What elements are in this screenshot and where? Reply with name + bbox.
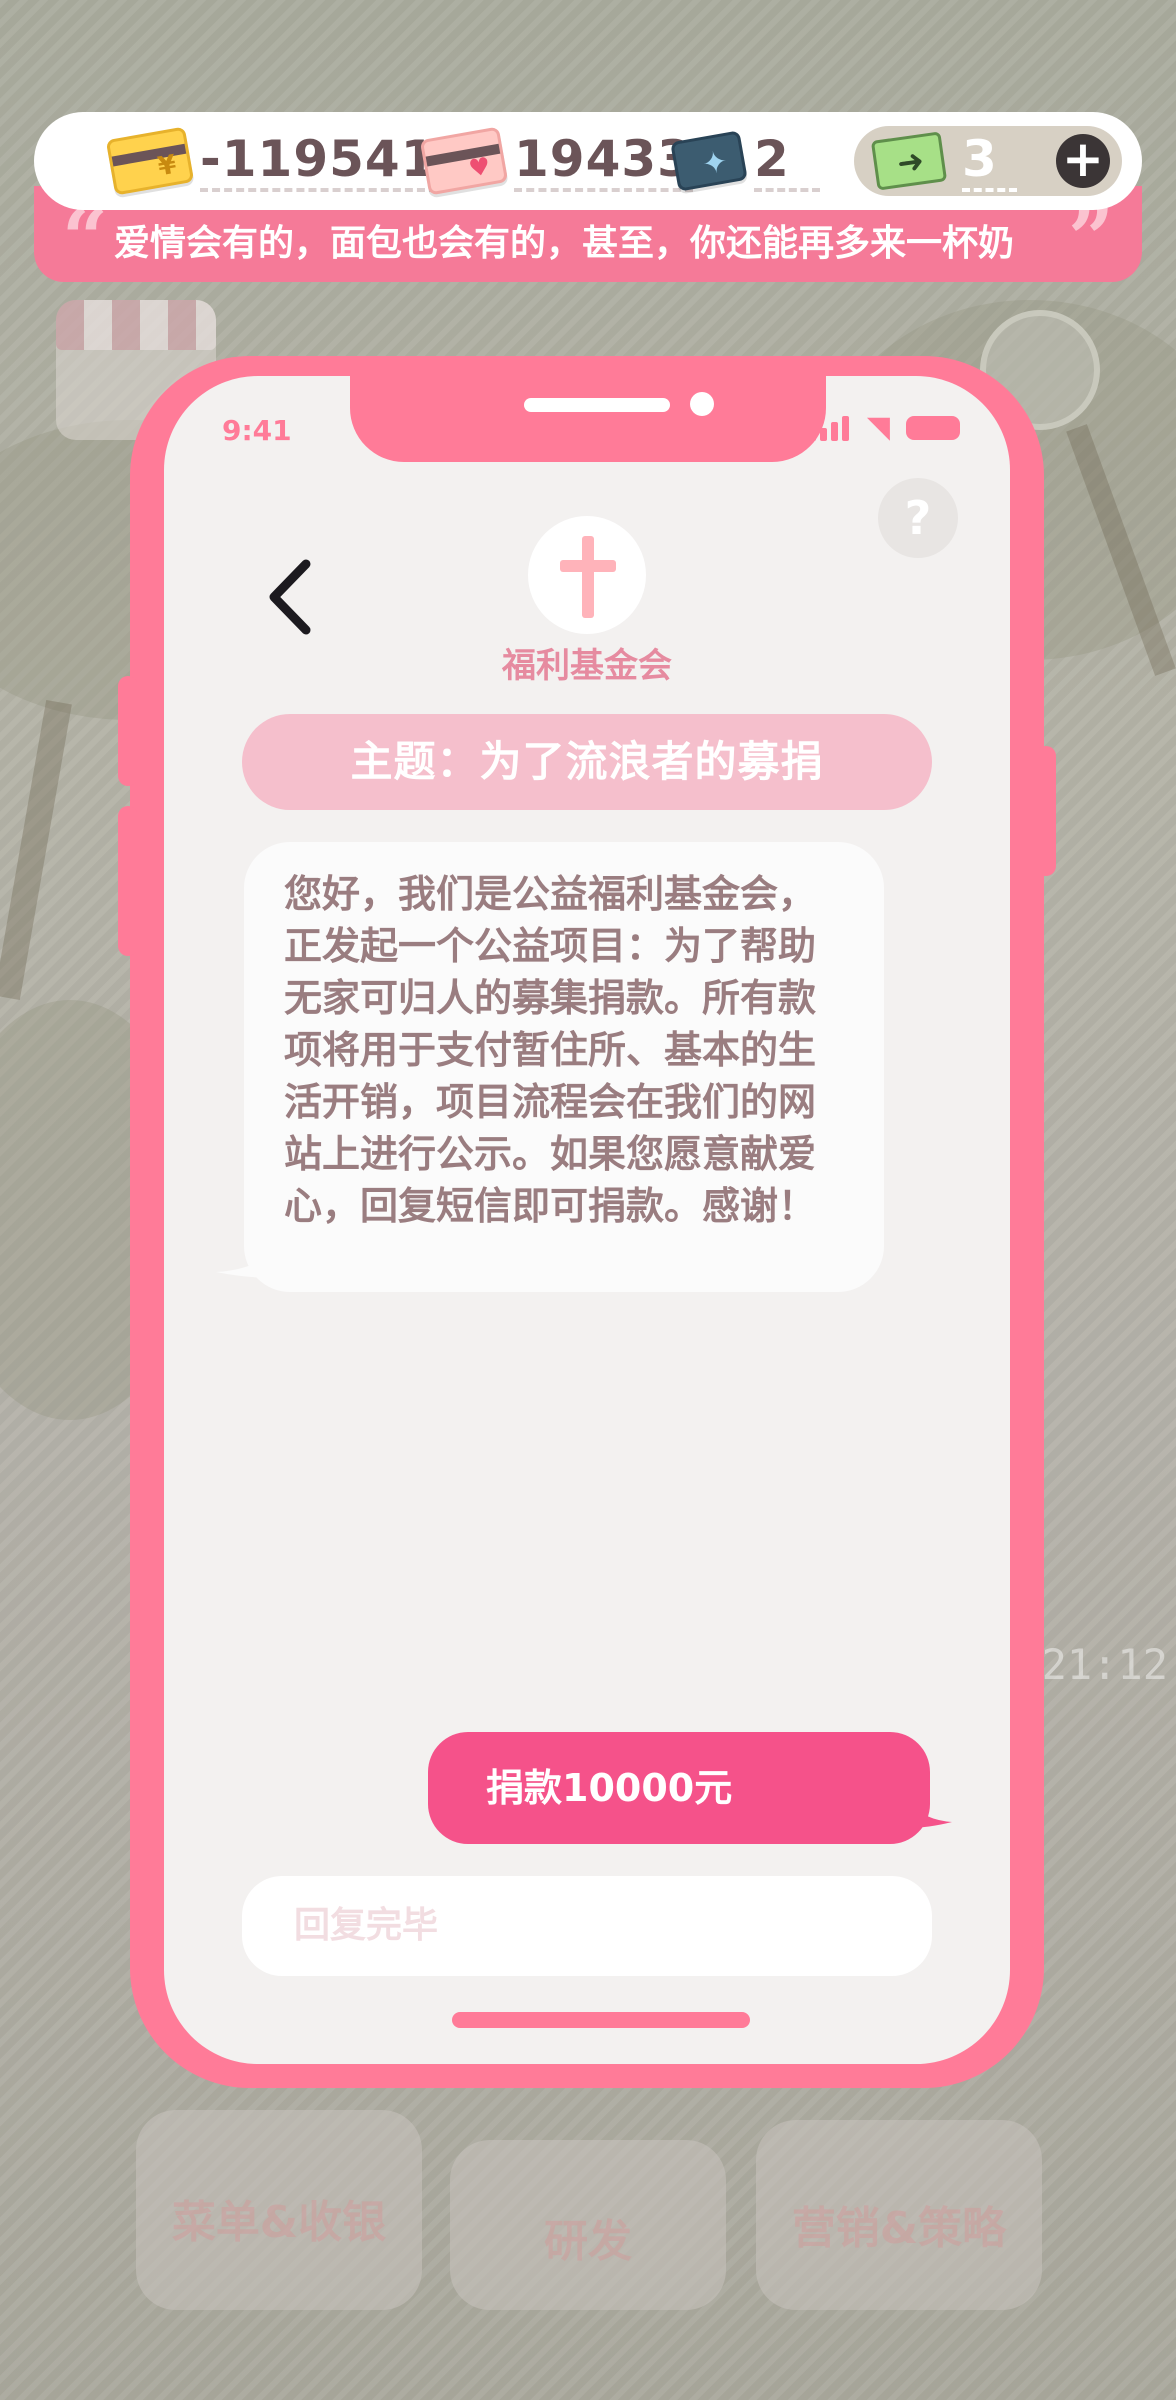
sender-name: 福利基金会 [502,646,672,686]
phone-notch [350,376,826,462]
heart-card-icon [419,126,509,196]
reply-input[interactable]: 回复完毕 [242,1876,932,1976]
phone-side-button [118,676,138,786]
ticket-resource[interactable]: 3 + [854,126,1122,196]
open-quote-icon: “ [62,191,109,282]
close-quote-icon: ” [1067,191,1114,282]
resource-bar: -119541 19433 2 3 + [34,112,1142,210]
back-arrow-icon[interactable] [256,552,326,642]
camera-icon [690,392,714,416]
sender-avatar [528,516,646,634]
star-card-icon [670,130,748,192]
wifi-icon: ◥ [866,410,890,445]
home-indicator[interactable] [452,2012,750,2028]
phone-side-button [118,806,138,956]
ticket-value: 3 [962,130,1017,192]
ticket-icon [870,131,948,191]
phone-frame: 9:41 ◥ ? 福利基金会 主题：为了流浪者的募捐 您好，我们是公益福利基金会… [118,356,1056,2088]
status-icons: ◥ [808,410,960,445]
status-time: 9:41 [222,414,292,447]
money-value: -119541 [200,130,437,192]
love-value: 19433 [514,130,693,192]
message-subject: 主题：为了流浪者的募捐 [242,714,932,810]
money-card-icon [105,126,195,196]
game-clock: 21:12 [1041,1640,1168,1689]
battery-icon [906,416,960,440]
add-ticket-button[interactable]: + [1056,134,1110,188]
tile-menu-cashier: 菜单&收银 [136,2110,422,2310]
phone-side-button [1036,746,1056,876]
love-resource: 19433 [419,112,693,210]
signal-icon [808,415,851,441]
help-button[interactable]: ? [878,478,958,558]
tile-marketing: 营销&策略 [756,2120,1042,2310]
reply-option-donate[interactable]: 捐款10000元 [428,1732,930,1844]
money-resource: -119541 [105,112,437,210]
incoming-message: 您好，我们是公益福利基金会，正发起一个公益项目：为了帮助无家可归人的募集捐款。所… [244,842,884,1292]
marquee-text: 爱情会有的，面包也会有的，甚至，你还能再多来一杯奶 [114,223,1015,264]
speaker-icon [524,398,670,412]
star-value: 2 [754,130,820,192]
tile-research: 研发 [450,2140,726,2310]
phone-screen: 9:41 ◥ ? 福利基金会 主题：为了流浪者的募捐 您好，我们是公益福利基金会… [164,376,1010,2064]
cross-icon [560,536,616,618]
star-resource: 2 [670,112,820,210]
